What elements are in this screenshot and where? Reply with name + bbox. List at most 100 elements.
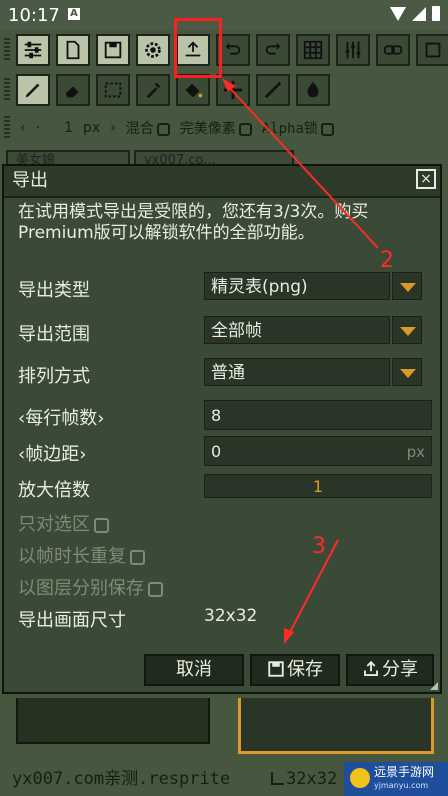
layers-panel — [16, 698, 210, 744]
arrange-select[interactable]: 普通 — [204, 358, 390, 386]
brush-size-increase[interactable]: › — [110, 120, 116, 136]
alpha-lock-checkbox[interactable] — [320, 122, 334, 136]
status-bar: 10:17 A — [0, 0, 448, 30]
scale-row: 放大倍数 1 — [18, 472, 438, 504]
only-selection-row[interactable]: 只对选区 — [18, 506, 438, 538]
only-selection-checkbox[interactable] — [94, 517, 109, 533]
watermark-url: yjmanyu.com — [374, 781, 429, 790]
brush-grip[interactable] — [4, 116, 10, 140]
export-type-label: 导出类型 — [18, 280, 90, 301]
brush-size-decrease[interactable]: ‹ — [20, 120, 26, 136]
canvas-size-value: 32x32 — [286, 769, 338, 789]
pixel-perfect-label: 完美像素 — [179, 121, 236, 137]
save-label: 保存 — [287, 659, 323, 680]
dialog-title: 导出 — [12, 170, 48, 191]
signal-icon — [412, 6, 426, 21]
move-tool[interactable] — [216, 74, 250, 106]
grid-button[interactable] — [296, 34, 330, 66]
dialog-resize-handle[interactable] — [430, 682, 438, 690]
export-type-row: 导出类型 精灵表(png) — [18, 272, 438, 304]
fill-tool[interactable] — [176, 74, 210, 106]
site-watermark: 远景手游网 yjmanyu.com — [344, 762, 448, 796]
settings-button[interactable] — [136, 34, 170, 66]
scale-input[interactable]: 1 — [204, 474, 432, 498]
pixel-perfect-checkbox[interactable] — [238, 122, 252, 136]
line-icon — [264, 81, 282, 99]
blend-toggle[interactable]: 混合 — [126, 118, 170, 138]
sliders-icon — [24, 41, 42, 59]
equalizer-button[interactable] — [336, 34, 370, 66]
repeat-duration-row[interactable]: 以帧时长重复 — [18, 538, 438, 570]
arrange-row: 排列方式 普通 — [18, 358, 438, 390]
toolbar-grip[interactable] — [4, 38, 10, 62]
save-layers-checkbox[interactable] — [148, 581, 163, 597]
system-icons — [390, 6, 440, 21]
canvas-preview-panel — [238, 698, 434, 754]
notification-icon: A — [68, 8, 80, 20]
annotation-number-3: 3 — [312, 534, 326, 559]
brush-dot: · — [35, 120, 41, 136]
cancel-button[interactable]: 取消 — [144, 654, 244, 686]
arrange-label: 排列方式 — [18, 366, 90, 387]
dialog-title-bar: 导出 × — [4, 166, 440, 198]
sliders-button[interactable] — [16, 34, 50, 66]
blob-icon — [307, 81, 319, 98]
eraser-tool[interactable] — [56, 74, 90, 106]
repeat-duration-text: 以帧时长重复 — [18, 546, 126, 567]
export-type-dropdown-arrow[interactable] — [392, 272, 422, 300]
alpha-lock-label: Alpha锁 — [261, 121, 318, 137]
close-button[interactable]: × — [416, 169, 436, 189]
selection-tool[interactable] — [96, 74, 130, 106]
export-type-select[interactable]: 精灵表(png) — [204, 272, 390, 300]
save-icon — [268, 661, 284, 677]
frame-margin-label[interactable]: ‹帧边距› — [18, 440, 86, 466]
save-button[interactable] — [96, 34, 130, 66]
repeat-duration-checkbox[interactable] — [130, 549, 145, 565]
redo-icon — [265, 42, 281, 55]
frames-per-row-input[interactable]: 8 — [204, 400, 432, 430]
share-label: 分享 — [382, 659, 418, 680]
eyedropper-icon — [146, 82, 161, 99]
link-button[interactable] — [376, 34, 410, 66]
repeat-duration-label: 以帧时长重复 — [18, 542, 145, 568]
brush-options-bar: ‹ · 1 px › 混合 完美像素 Alpha锁 — [0, 110, 448, 146]
canvas-size[interactable]: 32x32 — [270, 762, 337, 796]
pencil-icon — [25, 83, 40, 98]
eraser-icon — [65, 86, 79, 98]
more-button[interactable] — [416, 34, 448, 66]
output-size-row: 导出画面尺寸 32x32 — [18, 602, 438, 634]
line-tool[interactable] — [256, 74, 290, 106]
brush-size-value[interactable]: 1 — [64, 120, 73, 136]
export-range-dropdown-arrow[interactable] — [392, 316, 422, 344]
export-dialog: 导出 × 在试用模式导出是受限的，您还有3/3次。购买Premium版可以解锁软… — [2, 164, 442, 694]
tools-grip[interactable] — [4, 78, 10, 102]
frame-margin-input[interactable]: 0 px — [204, 436, 432, 466]
filename-label: yx007.com亲测.resprite — [12, 769, 231, 789]
fill-icon — [185, 83, 203, 98]
new-file-button[interactable] — [56, 34, 90, 66]
arrange-dropdown-arrow[interactable] — [392, 358, 422, 386]
share-button[interactable]: 分享 — [346, 654, 434, 686]
scale-label: 放大倍数 — [18, 480, 90, 501]
save-icon — [104, 41, 122, 59]
alpha-lock-toggle[interactable]: Alpha锁 — [262, 118, 334, 138]
blob-tool[interactable] — [296, 74, 330, 106]
eyedropper-tool[interactable] — [136, 74, 170, 106]
watermark-logo — [350, 768, 370, 788]
share-icon — [364, 660, 378, 676]
equalizer-icon — [345, 41, 361, 59]
save-layers-row[interactable]: 以图层分别保存 — [18, 570, 438, 602]
frames-per-row-value: 8 — [211, 406, 222, 425]
link-icon — [383, 45, 403, 55]
selection-icon — [104, 82, 122, 98]
undo-icon — [225, 42, 241, 55]
battery-icon — [432, 6, 440, 21]
frames-per-row-label[interactable]: ‹每行帧数› — [18, 404, 104, 430]
save-layers-label: 以图层分别保存 — [18, 574, 163, 600]
export-range-select[interactable]: 全部帧 — [204, 316, 390, 344]
save-export-button[interactable]: 保存 — [250, 654, 340, 686]
blend-checkbox[interactable] — [156, 122, 170, 136]
pixel-perfect-toggle[interactable]: 完美像素 — [180, 118, 252, 138]
redo-button[interactable] — [256, 34, 290, 66]
pencil-tool[interactable] — [16, 74, 50, 106]
